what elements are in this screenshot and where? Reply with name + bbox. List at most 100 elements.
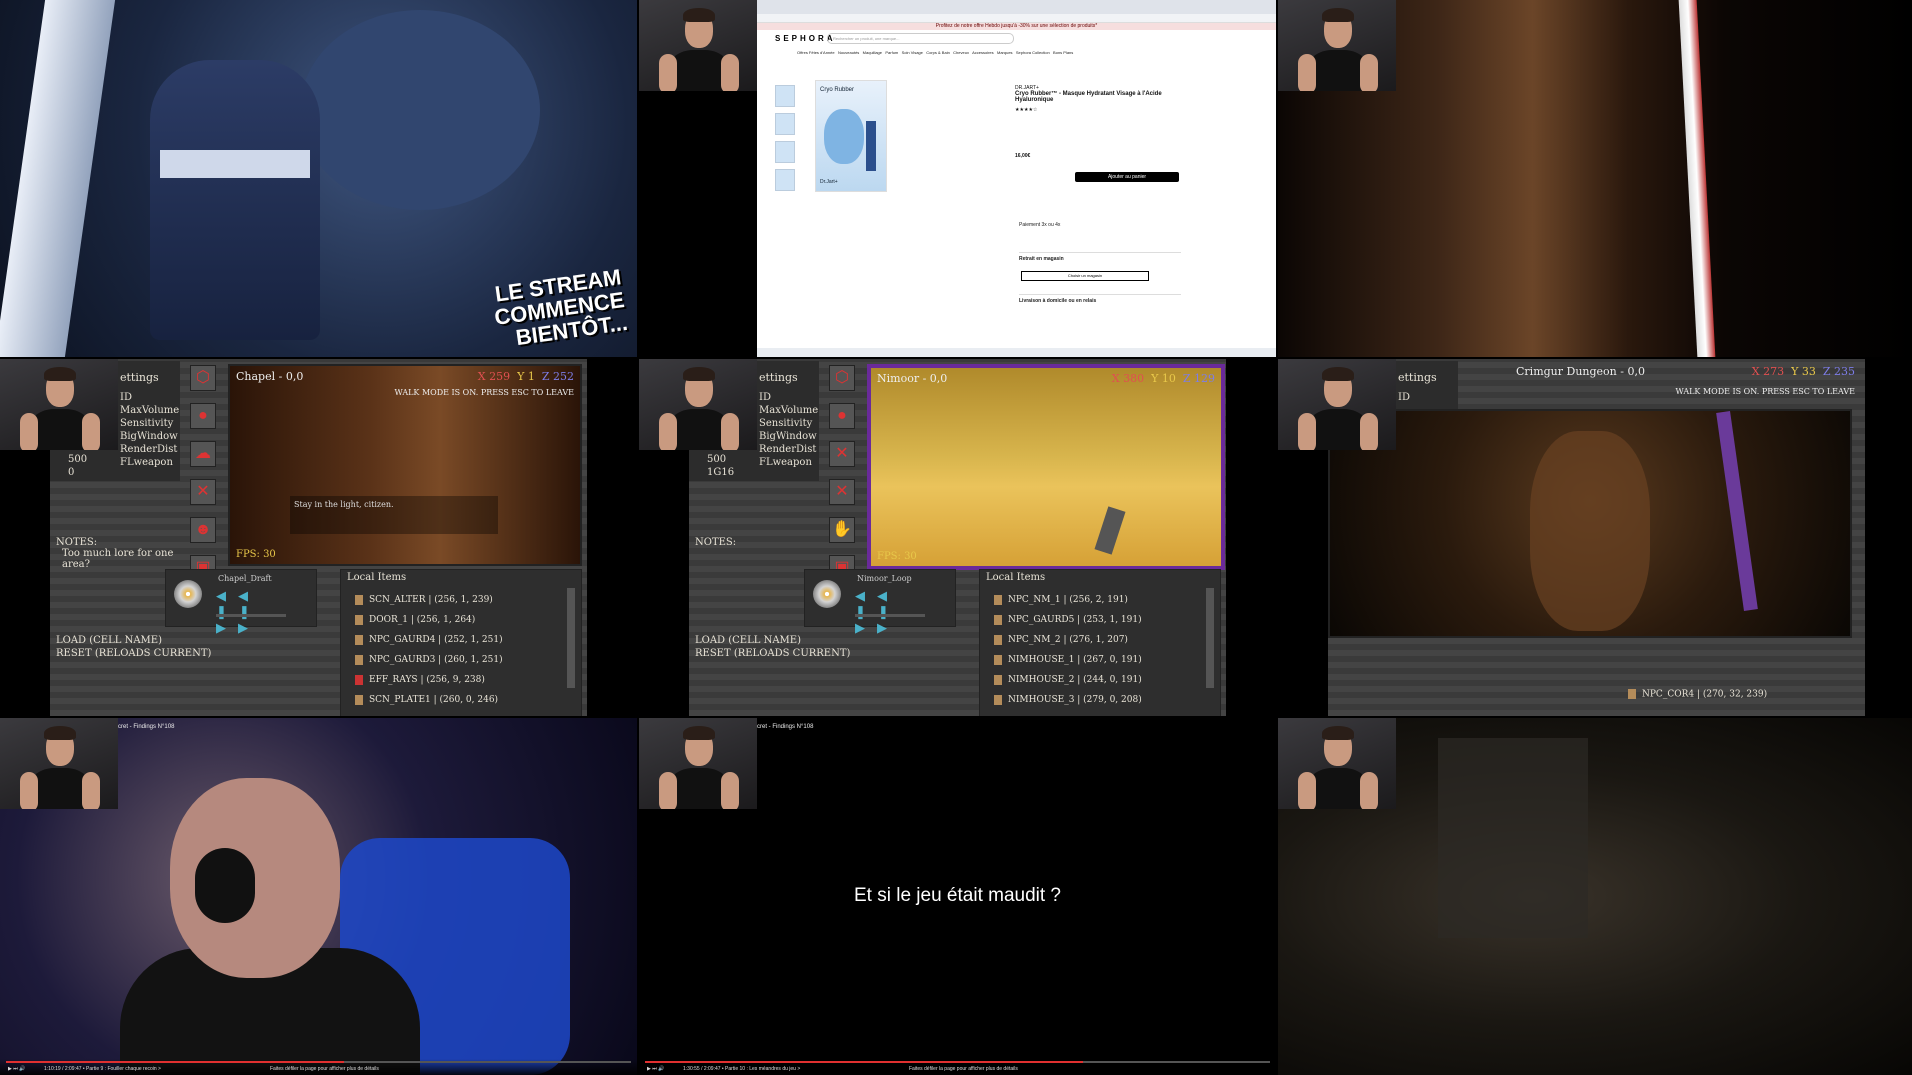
nav-item[interactable]: Marques <box>997 50 1013 55</box>
list-item[interactable]: NIMHOUSE_2 | (244, 0, 191) <box>994 670 1142 690</box>
delete-icon[interactable]: ✕ <box>829 479 855 505</box>
list-item[interactable]: DOOR_1 | (256, 1, 264) <box>355 610 503 630</box>
fl-weapon-value[interactable]: 1G16 <box>707 466 734 479</box>
video-time[interactable]: 1:30:55 / 2:09:47 • Partie 10 : Les méan… <box>683 1066 800 1072</box>
coord-z: Z 235 <box>1822 365 1855 378</box>
list-item[interactable]: NPC_COR4 | (270, 32, 239) <box>1628 689 1767 700</box>
nav-item[interactable]: Bons Plans <box>1053 50 1073 55</box>
product-image[interactable]: Cryo Rubber Dr.Jart+ <box>815 80 887 192</box>
setting-id[interactable]: ID <box>120 391 179 404</box>
windows-taskbar[interactable] <box>757 348 1276 357</box>
setting-max-volume[interactable]: MaxVolume <box>759 404 818 417</box>
thumbnail[interactable] <box>775 169 795 191</box>
notes-panel[interactable]: NOTES: <box>695 537 815 548</box>
disc-icon <box>813 580 841 608</box>
browser-tabbar[interactable] <box>757 0 1276 14</box>
setting-fl-weapon[interactable]: FLweapon <box>759 456 818 469</box>
play-icon[interactable]: ▶ ⏭ 🔊 <box>647 1066 664 1072</box>
play-icon[interactable]: ▶ ⏭ 🔊 <box>8 1066 25 1072</box>
list-item[interactable]: NPC_GAURD5 | (253, 1, 191) <box>994 610 1142 630</box>
notes-text[interactable]: Too much lore for one area? <box>62 548 176 570</box>
nav-item[interactable]: Maquillage <box>863 50 882 55</box>
setting-render-dist[interactable]: RenderDist <box>759 443 818 456</box>
reset-button[interactable]: RESET (RELOADS CURRENT) <box>56 647 211 660</box>
reset-button[interactable]: RESET (RELOADS CURRENT) <box>695 647 850 660</box>
load-cell-button[interactable]: LOAD (CELL NAME) <box>695 634 850 647</box>
setting-sensitivity[interactable]: Sensitivity <box>759 417 818 430</box>
items-scrollbar[interactable] <box>567 588 575 688</box>
progress-fill[interactable] <box>645 1061 1083 1063</box>
search-input[interactable]: Rechercher un produit, une marque... <box>827 33 1014 44</box>
list-item[interactable]: NPC_GAURD4 | (252, 1, 251) <box>355 630 503 650</box>
promo-banner[interactable]: Profitez de notre offre Hebdo jusqu'à -3… <box>757 23 1276 30</box>
product-info: DR.JART+ Cryo Rubber™ - Masque Hydratant… <box>1015 85 1165 159</box>
delete-icon[interactable]: ✕ <box>829 441 855 467</box>
playback-slider[interactable] <box>216 614 286 617</box>
list-item[interactable]: NIMHOUSE_1 | (267, 0, 191) <box>994 650 1142 670</box>
item-label: DOOR_1 | (256, 1, 264) <box>369 615 476 625</box>
playback-slider[interactable] <box>855 614 925 617</box>
rating-stars[interactable]: ★★★★☆ <box>1015 107 1165 113</box>
fl-weapon-value[interactable]: 0 <box>68 466 87 479</box>
render-dist-value[interactable]: 500 <box>68 453 87 466</box>
progress-fill[interactable] <box>6 1061 344 1063</box>
hand-icon[interactable]: ✋ <box>829 517 855 543</box>
playback-controls[interactable]: ◀◀ ❚❚ ▶▶ <box>855 588 955 636</box>
cube-icon[interactable]: ⬡ <box>190 365 216 391</box>
setting-fl-weapon[interactable]: FLweapon <box>120 456 179 469</box>
playback-controls[interactable]: ◀◀ ❚❚ ▶▶ <box>216 588 316 636</box>
add-to-cart-button[interactable]: Ajouter au panier <box>1075 172 1179 182</box>
address-bar[interactable] <box>757 14 1276 23</box>
delete-icon[interactable]: ✕ <box>190 479 216 505</box>
video-title[interactable]: cret - Findings N°108 <box>757 724 813 730</box>
thumbnail[interactable] <box>775 113 795 135</box>
list-item[interactable]: NIMHOUSE_3 | (279, 0, 208) <box>994 690 1142 710</box>
cube-icon[interactable]: ⬡ <box>829 365 855 391</box>
load-cell-button[interactable]: LOAD (CELL NAME) <box>56 634 211 647</box>
items-scrollbar[interactable] <box>1206 588 1214 688</box>
list-item[interactable]: NPC_NM_1 | (256, 2, 191) <box>994 590 1142 610</box>
tile-youtube-video-2: cret - Findings N°108 Et si le jeu était… <box>639 718 1276 1075</box>
game-viewport[interactable]: Nimoor - 0,0 X 380 Y 10 Z 129 FPS: 30 <box>867 364 1225 570</box>
list-item[interactable]: SCN_PLATE1 | (260, 0, 246) <box>355 690 503 710</box>
setting-id[interactable]: ID <box>1398 391 1410 404</box>
nav-item[interactable]: Accessoires <box>972 50 994 55</box>
choose-store-button[interactable]: Choisir un magasin <box>1021 271 1149 281</box>
tile-stream-starting: LE STREAM COMMENCE BIENTÔT... <box>0 0 637 357</box>
lightbulb-icon[interactable]: ● <box>829 403 855 429</box>
nav-item[interactable]: Soin Visage <box>902 50 923 55</box>
video-time[interactable]: 1:10:19 / 2:09:47 • Partie 9 : Fouiller … <box>44 1066 161 1072</box>
list-item[interactable]: EFF_RAYS | (256, 9, 238) <box>355 670 503 690</box>
nav-item[interactable]: Sephora Collection <box>1016 50 1050 55</box>
setting-big-window[interactable]: BigWindow <box>759 430 818 443</box>
thumbnail[interactable] <box>775 85 795 107</box>
item-label: NIMHOUSE_2 | (244, 0, 191) <box>1008 675 1142 685</box>
game-viewport[interactable]: Chapel - 0,0 X 259 Y 1 Z 252 WALK MODE I… <box>228 364 582 566</box>
creature-icon[interactable]: ☻ <box>190 517 216 543</box>
video-title[interactable]: cret - Findings N°108 <box>118 724 174 730</box>
setting-render-dist[interactable]: RenderDist <box>120 443 179 456</box>
cloud-icon[interactable]: ☁ <box>190 441 216 467</box>
nav-item[interactable]: Nouveautés <box>838 50 859 55</box>
item-label: NPC_COR4 | (270, 32, 239) <box>1642 689 1768 700</box>
setting-id[interactable]: ID <box>759 391 818 404</box>
list-item[interactable]: SCN_ALTER | (256, 1, 239) <box>355 590 503 610</box>
item-label: NPC_GAURD3 | (260, 1, 251) <box>369 655 503 665</box>
payment-label: Paiement 3x ou 4x <box>1019 222 1061 228</box>
list-item[interactable]: NPC_NM_2 | (276, 1, 207) <box>994 630 1142 650</box>
thumbnail[interactable] <box>775 141 795 163</box>
coordinate-readout: X 380 Y 10 Z 129 <box>1112 372 1215 385</box>
render-dist-value[interactable]: 500 <box>707 453 734 466</box>
game-viewport-large[interactable] <box>1328 409 1852 638</box>
nav-item[interactable]: Offres Fêtes d'Année <box>797 50 835 55</box>
setting-max-volume[interactable]: MaxVolume <box>120 404 179 417</box>
setting-big-window[interactable]: BigWindow <box>120 430 179 443</box>
nav-item[interactable]: Parfum <box>885 50 898 55</box>
notes-panel[interactable]: NOTES: Too much lore for one area? <box>56 537 176 570</box>
nav-item[interactable]: Cheveux <box>953 50 969 55</box>
track-name: Chapel_Draft <box>218 574 272 583</box>
lightbulb-icon[interactable]: ● <box>190 403 216 429</box>
nav-item[interactable]: Corps & Bain <box>926 50 950 55</box>
setting-sensitivity[interactable]: Sensitivity <box>120 417 179 430</box>
list-item[interactable]: NPC_GAURD3 | (260, 1, 251) <box>355 650 503 670</box>
